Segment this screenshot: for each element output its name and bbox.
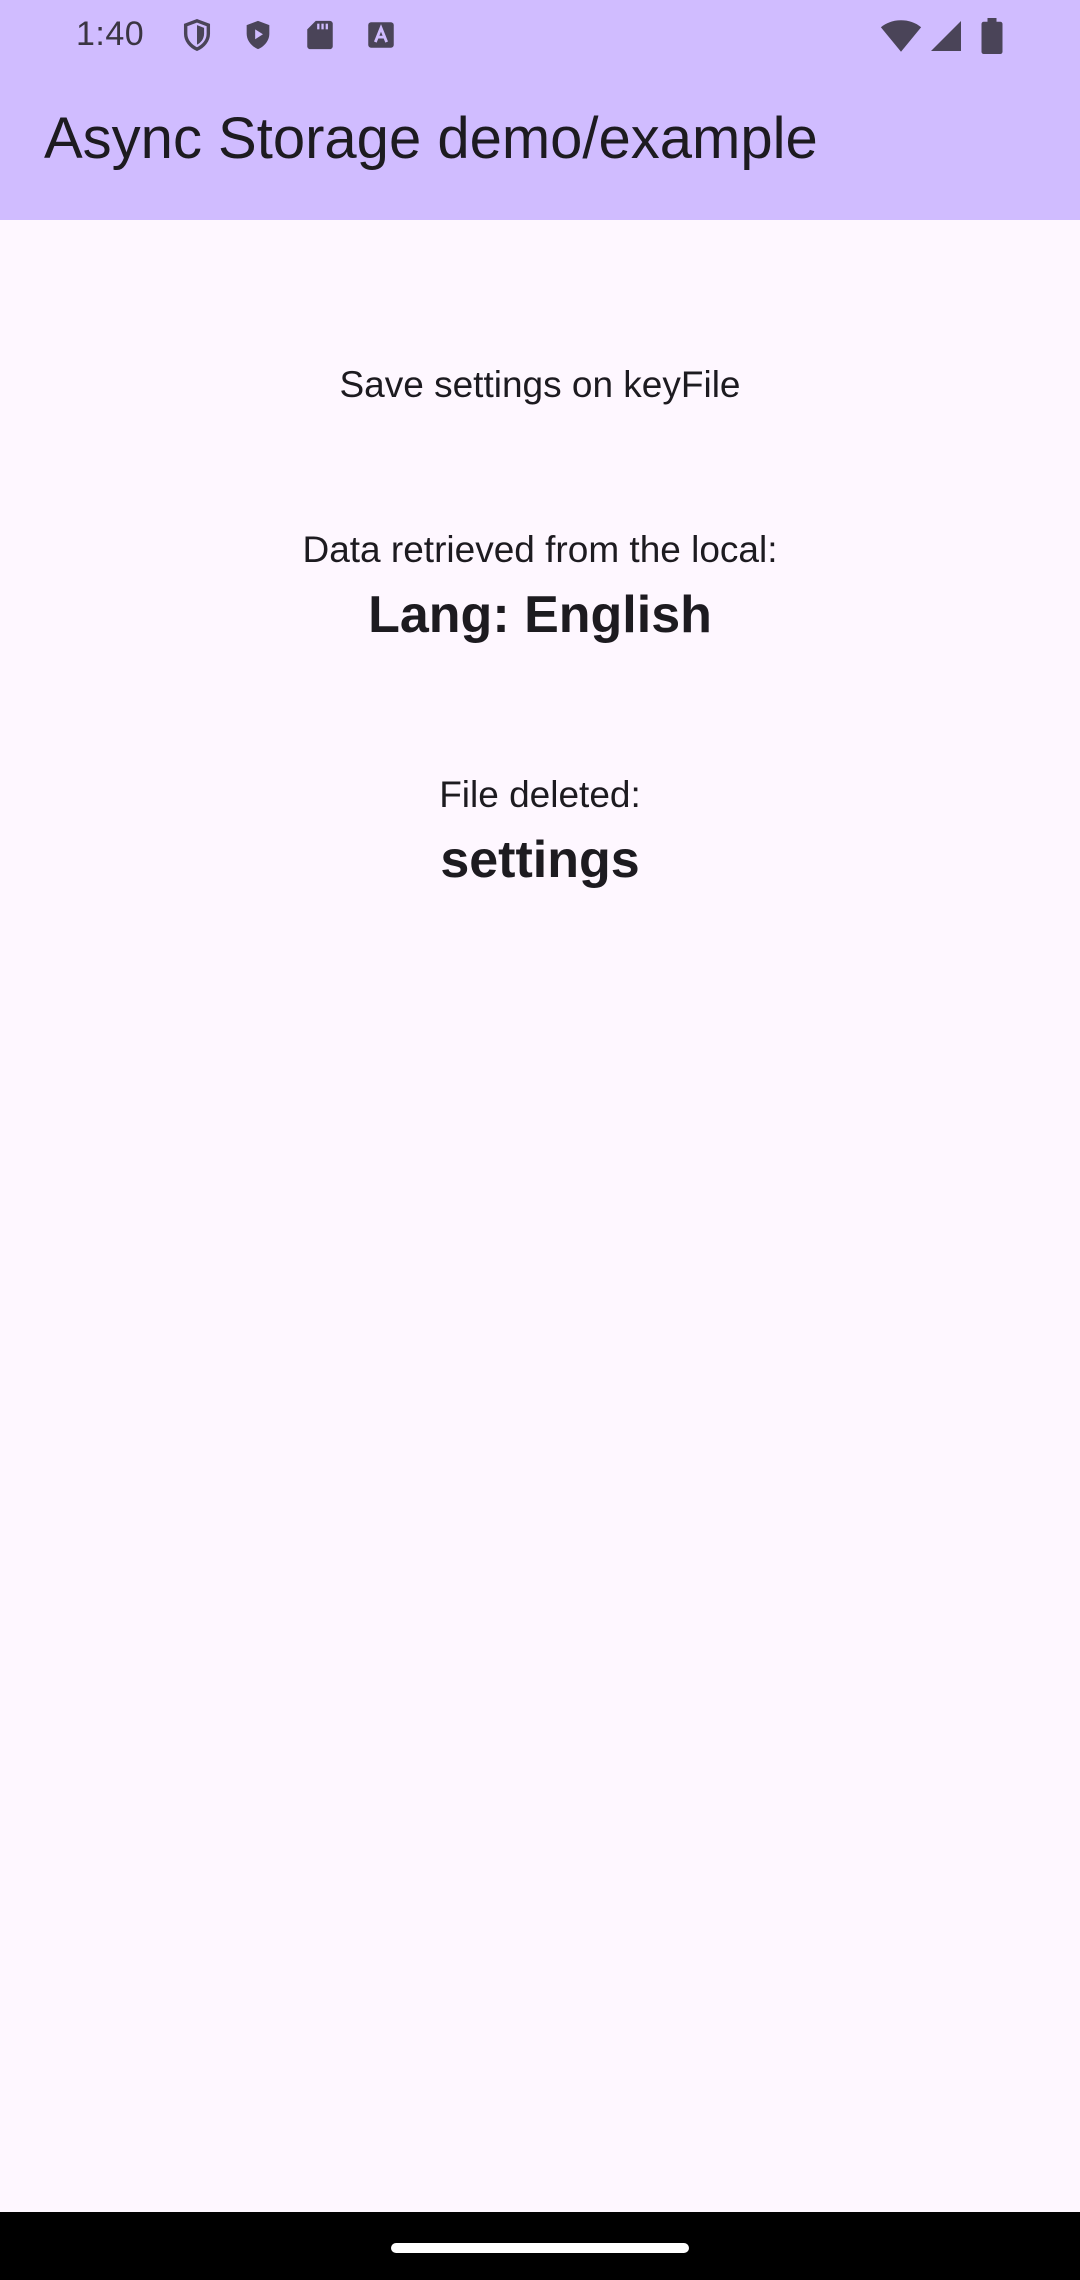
battery-icon	[981, 18, 1003, 54]
shield-play-icon	[246, 20, 270, 50]
home-gesture-handle[interactable]	[391, 2243, 689, 2253]
shield-outline-icon	[183, 19, 211, 52]
wifi-icon	[880, 20, 922, 52]
signal-icon	[931, 21, 961, 51]
retrieved-value: Lang: English	[368, 586, 712, 644]
status-bar: 1:40	[0, 0, 1080, 68]
retrieved-label: Data retrieved from the local:	[302, 529, 778, 570]
save-message: Save settings on keyFile	[339, 364, 741, 405]
app-title: Async Storage demo/example	[44, 106, 818, 171]
status-time: 1:40	[76, 15, 145, 53]
deleted-label: File deleted:	[439, 774, 641, 815]
sd-card-icon	[307, 20, 333, 50]
font-a-icon	[368, 22, 394, 48]
app-bar: Async Storage demo/example	[0, 68, 1080, 220]
deleted-value: settings	[440, 831, 640, 889]
navigation-bar	[0, 2212, 1080, 2280]
